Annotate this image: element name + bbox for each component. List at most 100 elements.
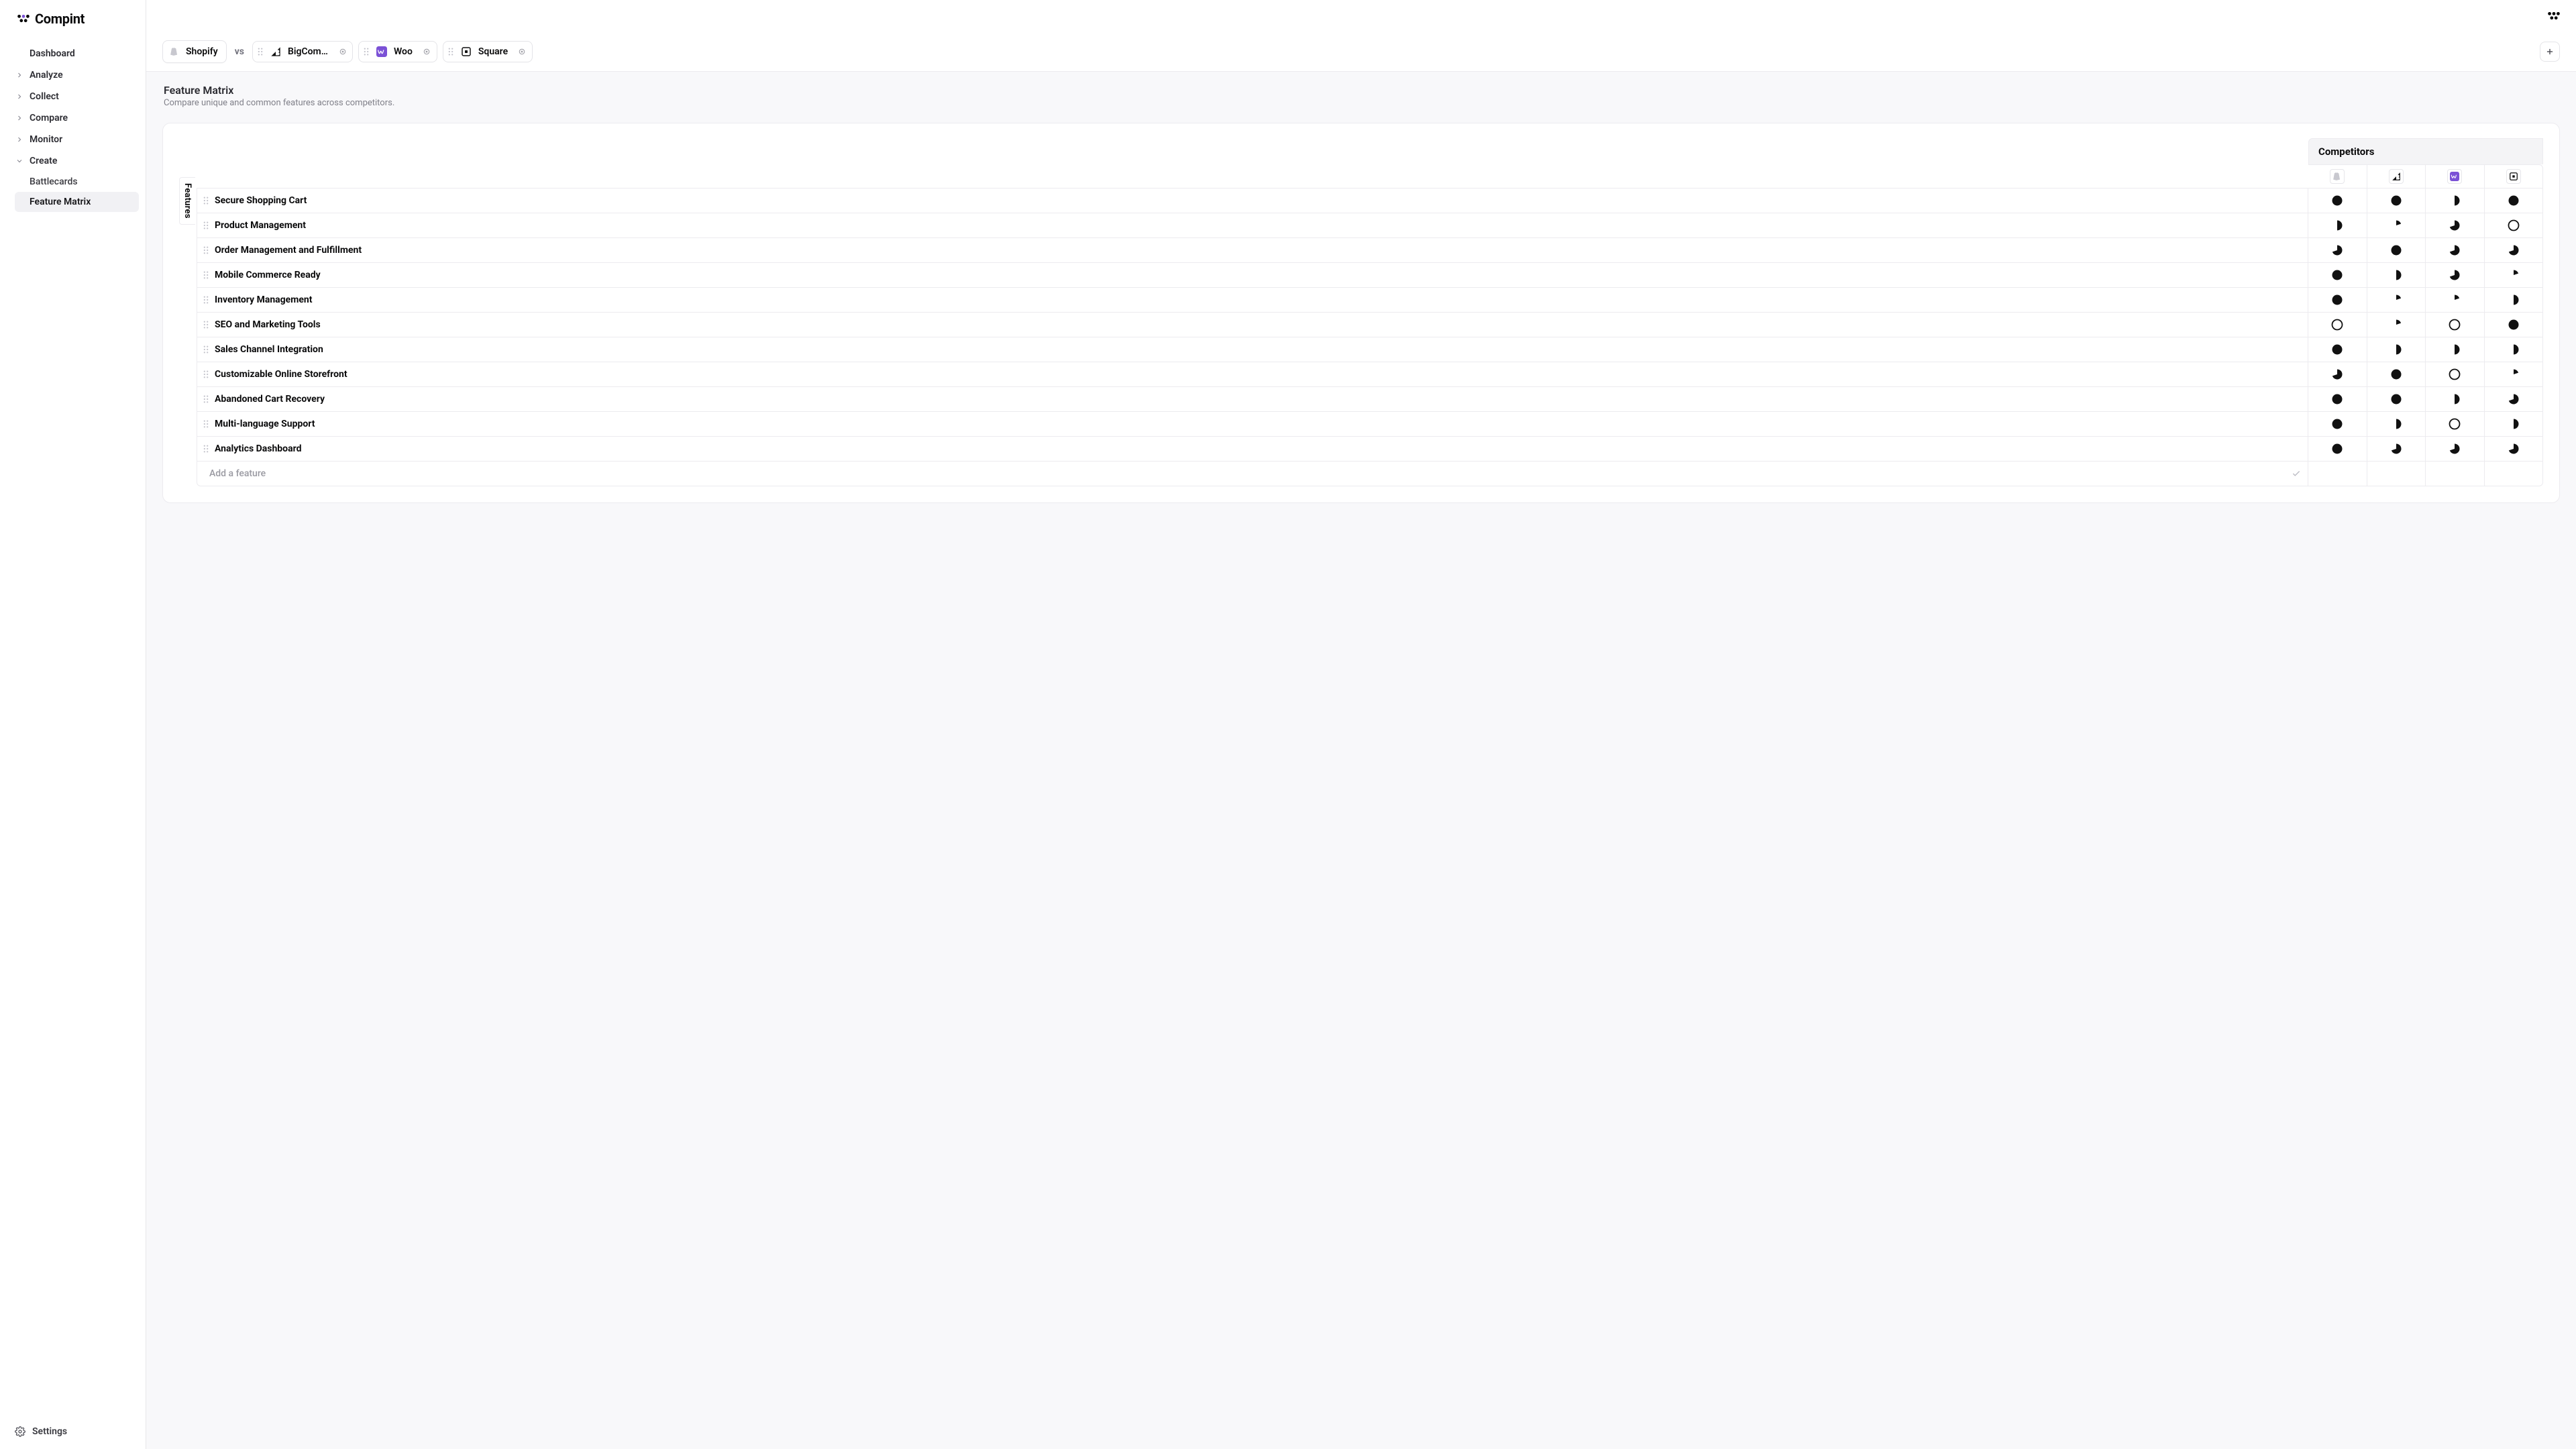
nav-create[interactable]: Create [7, 150, 139, 172]
drag-handle-icon[interactable] [363, 47, 370, 56]
feature-name: Inventory Management [215, 294, 313, 305]
score-cell[interactable] [2484, 387, 2543, 411]
score-cell[interactable] [2308, 412, 2367, 436]
remove-chip-button[interactable] [337, 46, 348, 58]
add-feature-row[interactable]: Add a feature [197, 462, 2542, 486]
drag-handle-icon[interactable] [203, 295, 209, 305]
competitor-chip[interactable]: Woo [358, 41, 437, 62]
score-cell[interactable] [2308, 238, 2367, 262]
drag-handle-icon[interactable] [203, 196, 209, 205]
score-cell[interactable] [2308, 288, 2367, 312]
drag-handle-icon[interactable] [203, 444, 209, 453]
feature-name: Mobile Commerce Ready [215, 270, 321, 280]
competitor-chip-label: Woo [394, 46, 413, 57]
drag-handle-icon[interactable] [447, 47, 454, 56]
nav-analyze[interactable]: Analyze [7, 64, 139, 86]
drag-handle-icon[interactable] [203, 419, 209, 429]
remove-chip-button[interactable] [516, 46, 528, 58]
nav-compare[interactable]: Compare [7, 107, 139, 129]
score-cell[interactable] [2367, 387, 2426, 411]
score-cell[interactable] [2367, 263, 2426, 287]
score-cell[interactable] [2367, 437, 2426, 461]
score-cell[interactable] [2367, 337, 2426, 362]
competitor-chip[interactable]: Square [443, 41, 533, 62]
score-cell[interactable] [2308, 337, 2367, 362]
score-cell[interactable] [2484, 437, 2543, 461]
nav-monitor[interactable]: Monitor [7, 129, 139, 150]
harvey-ball-icon [2330, 244, 2344, 257]
feature-row: Multi-language Support [197, 412, 2542, 437]
score-cell[interactable] [2484, 313, 2543, 337]
harvey-ball-icon [2330, 219, 2344, 232]
drag-handle-icon[interactable] [257, 47, 264, 56]
primary-product-chip[interactable]: Shopify [162, 40, 227, 63]
score-cell[interactable] [2425, 412, 2484, 436]
shopify-icon [2330, 169, 2345, 184]
score-cell[interactable] [2425, 362, 2484, 386]
app-menu-icon[interactable] [2542, 5, 2565, 28]
score-cell[interactable] [2484, 412, 2543, 436]
feature-row: Mobile Commerce Ready [197, 263, 2542, 288]
score-cell[interactable] [2308, 263, 2367, 287]
drag-handle-icon[interactable] [203, 370, 209, 379]
score-cell[interactable] [2425, 313, 2484, 337]
score-cell[interactable] [2367, 362, 2426, 386]
score-cell[interactable] [2308, 213, 2367, 237]
competitor-column-header[interactable] [2308, 164, 2367, 188]
score-cell[interactable] [2308, 437, 2367, 461]
score-cell[interactable] [2367, 213, 2426, 237]
score-cell[interactable] [2484, 263, 2543, 287]
harvey-ball-icon [2330, 392, 2344, 406]
score-cell[interactable] [2425, 337, 2484, 362]
chevron-right-icon [15, 92, 24, 101]
score-cell[interactable] [2367, 412, 2426, 436]
nav-settings[interactable]: Settings [7, 1421, 139, 1442]
score-cell[interactable] [2484, 337, 2543, 362]
score-cell[interactable] [2367, 189, 2426, 213]
nav-collect[interactable]: Collect [7, 86, 139, 107]
nav-dashboard[interactable]: Dashboard [7, 43, 139, 64]
score-cell[interactable] [2484, 238, 2543, 262]
features-axis-label: Features [179, 177, 195, 225]
score-cell[interactable] [2425, 437, 2484, 461]
add-competitor-button[interactable] [2540, 42, 2560, 62]
harvey-ball-icon [2507, 392, 2520, 406]
harvey-ball-icon [2330, 417, 2344, 431]
drag-handle-icon[interactable] [203, 345, 209, 354]
score-cell[interactable] [2484, 362, 2543, 386]
score-cell[interactable] [2308, 189, 2367, 213]
score-cell[interactable] [2367, 238, 2426, 262]
confirm-icon[interactable] [2292, 469, 2301, 478]
remove-chip-button[interactable] [421, 46, 433, 58]
drag-handle-icon[interactable] [203, 320, 209, 329]
competitor-column-header[interactable] [2367, 164, 2426, 188]
score-cell[interactable] [2425, 189, 2484, 213]
competitor-column-header[interactable] [2426, 164, 2485, 188]
drag-handle-icon[interactable] [203, 221, 209, 230]
score-cell[interactable] [2367, 313, 2426, 337]
drag-handle-icon[interactable] [203, 270, 209, 280]
drag-handle-icon[interactable] [203, 246, 209, 255]
score-cell[interactable] [2484, 189, 2543, 213]
harvey-ball-icon [2448, 368, 2461, 381]
nav-battlecards[interactable]: Battlecards [15, 172, 139, 192]
score-cell[interactable] [2425, 263, 2484, 287]
score-cell[interactable] [2308, 362, 2367, 386]
score-cell[interactable] [2308, 313, 2367, 337]
nav-feature-matrix[interactable]: Feature Matrix [15, 192, 139, 212]
competitor-column-header[interactable] [2485, 164, 2544, 188]
chevron-right-icon [15, 135, 24, 144]
logo[interactable]: Compint [0, 0, 146, 36]
harvey-ball-icon [2390, 417, 2403, 431]
score-cell[interactable] [2425, 213, 2484, 237]
drag-handle-icon[interactable] [203, 394, 209, 404]
score-cell[interactable] [2425, 387, 2484, 411]
score-cell[interactable] [2484, 213, 2543, 237]
score-cell[interactable] [2367, 288, 2426, 312]
competitor-chip[interactable]: BigComm… [252, 41, 353, 62]
score-cell[interactable] [2484, 288, 2543, 312]
score-cell[interactable] [2425, 238, 2484, 262]
score-cell[interactable] [2425, 288, 2484, 312]
harvey-ball-icon [2507, 442, 2520, 455]
score-cell[interactable] [2308, 387, 2367, 411]
